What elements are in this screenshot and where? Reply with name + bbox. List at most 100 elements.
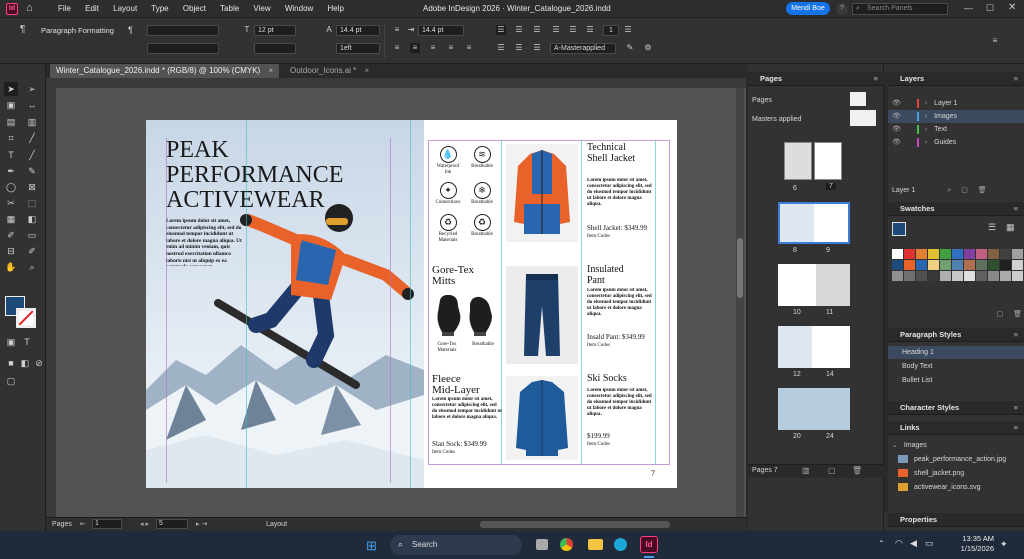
scissors-tool-icon[interactable]: ✂ (4, 196, 18, 210)
ellipse-tool-icon[interactable]: ◯ (4, 180, 18, 194)
layer-row-layer-1[interactable]: 👁 › Layer 1 (892, 97, 1022, 110)
font-size-field[interactable]: 12 pt (254, 25, 296, 36)
swatch-cell[interactable] (1000, 260, 1011, 270)
type-tool-icon[interactable]: T (4, 148, 18, 162)
vertical-scrollbar[interactable] (736, 88, 744, 517)
menu-layout[interactable]: Layout (113, 4, 137, 13)
volume-icon[interactable]: ◀ (910, 538, 917, 549)
split-icon[interactable]: ☰ (568, 25, 578, 35)
formatting-text-icon[interactable]: T (20, 335, 34, 349)
swatch-cell[interactable] (1012, 271, 1023, 281)
swatch-cell[interactable] (940, 260, 951, 270)
product-price-shell-jacket[interactable]: Shell Jacket: $349.99 (587, 224, 647, 232)
paragraph-mode-icon[interactable]: ¶ (20, 24, 36, 38)
chevron-right-icon[interactable]: › (925, 113, 927, 120)
masters-thumb[interactable] (850, 110, 876, 126)
spread-thumb-20-24[interactable] (778, 388, 850, 430)
spread-thumb-6-7[interactable] (784, 142, 844, 182)
swatch-cell[interactable] (952, 271, 963, 281)
shell-jacket-image-frame[interactable] (506, 144, 578, 242)
delete-page-icon[interactable]: 🗑 (852, 466, 862, 475)
justify-all-icon[interactable]: ≡ (464, 43, 474, 53)
layer-row-text[interactable]: 👁 › Text (892, 123, 1022, 136)
swatch-cell[interactable] (964, 271, 975, 281)
chevron-up-icon[interactable]: ⌃ (878, 539, 885, 548)
paragraph-style-body-text[interactable]: Body Text (888, 360, 1024, 373)
grid-align-icon[interactable]: ☰ (585, 25, 595, 35)
menu-table[interactable]: Table (220, 4, 239, 13)
panel-menu-icon[interactable]: ≡ (1014, 401, 1018, 415)
list-bullets-icon[interactable]: ☰ (496, 25, 506, 35)
chrome-icon[interactable] (560, 538, 573, 551)
stroke-swatch[interactable] (16, 308, 36, 328)
taskbar-search[interactable]: ⌕ Search (390, 535, 522, 555)
chevron-right-icon[interactable]: › (925, 100, 927, 107)
leading-field[interactable]: 14.4 pt (336, 25, 380, 36)
eye-icon[interactable]: 👁 (892, 126, 901, 133)
product-body-ski-socks[interactable]: Lorem ipsum dolor sit amet, consectetur … (587, 388, 653, 430)
gradient-swatch-icon[interactable]: ▦ (4, 212, 18, 226)
menu-view[interactable]: View (253, 4, 270, 13)
layer-row-images[interactable]: 👁 › Images (892, 110, 1022, 123)
formatting-container-icon[interactable]: ▣ (4, 335, 18, 349)
product-title-insulated-pant[interactable]: Insulated Pant (587, 264, 624, 286)
grid-view-icon[interactable]: ▦ (1006, 222, 1015, 233)
status-page-field-2[interactable]: 5 (156, 519, 188, 529)
space-field[interactable]: 14.4 pt (418, 25, 464, 36)
icon-grid[interactable]: 💧 Waterproof Ink ≋ Breathable ✦ Connecti… (431, 144, 501, 262)
line-tool-icon[interactable]: ╱ (25, 131, 39, 145)
fleece-title[interactable]: Fleece Mid-Layer (432, 374, 480, 396)
columns-icon[interactable]: ☰ (532, 25, 542, 35)
hero-title[interactable]: PEAK PERFORMANCE ACTIVEWEAR (166, 138, 343, 213)
fleece-image-frame[interactable] (506, 376, 578, 460)
indesign-taskbar-icon[interactable]: Id (640, 536, 658, 553)
create-style-icon[interactable]: ✎ (625, 43, 635, 53)
link-row-peak-performance[interactable]: peak_performance_action.jpg (898, 453, 1022, 466)
align-left-2-icon[interactable]: ≡ (392, 43, 402, 53)
color-theme-icon[interactable]: ✐ (25, 244, 39, 258)
chevron-right-icon[interactable]: › (925, 139, 927, 146)
drop-cap-icon[interactable]: ☰ (532, 43, 542, 53)
kerning-field[interactable]: 1eft (336, 43, 380, 54)
swatch-cell[interactable] (952, 249, 963, 259)
panel-menu-icon[interactable]: ≡ (1014, 202, 1018, 216)
close-icon[interactable]: ✕ (1008, 2, 1016, 13)
tab-close-icon[interactable]: × (365, 66, 370, 75)
chevron-right-icon[interactable]: › (925, 126, 927, 133)
swatch-cell[interactable] (964, 260, 975, 270)
locate-icon[interactable]: ⌕ (947, 187, 951, 194)
new-swatch-icon[interactable]: ▢ (997, 311, 1004, 318)
menu-help[interactable]: Help (328, 4, 344, 13)
list-numbers-icon[interactable]: ☰ (514, 25, 524, 35)
task-view-icon[interactable] (536, 539, 548, 550)
swatch-cell[interactable] (976, 249, 987, 259)
columns-count-field[interactable]: 1 (603, 25, 619, 36)
panel-menu-icon[interactable]: ≡ (1014, 72, 1018, 86)
swatch-cell[interactable] (952, 260, 963, 270)
zoom-tool-icon[interactable]: ⌕ (25, 260, 39, 274)
scroll-thumb[interactable] (737, 238, 743, 298)
list-view-icon[interactable]: ☰ (988, 222, 996, 233)
swatch-cell[interactable] (892, 271, 903, 281)
eyedropper-tool-icon[interactable]: ✐ (4, 228, 18, 242)
menu-window[interactable]: Window (285, 4, 313, 13)
prev-page-icon[interactable]: ◂ ▸ (140, 518, 149, 531)
eye-icon[interactable]: 👁 (892, 113, 901, 120)
swatch-cell[interactable] (976, 260, 987, 270)
new-layer-icon[interactable]: ▢ (961, 187, 968, 194)
font-family-field[interactable] (147, 25, 219, 36)
indent-left-icon[interactable]: ☰ (496, 43, 506, 53)
spread-thumb-12-14[interactable] (778, 326, 850, 368)
swatch-cell[interactable] (988, 260, 999, 270)
delete-layer-icon[interactable]: 🗑 (978, 187, 987, 194)
minimize-icon[interactable]: — (964, 3, 973, 13)
edge-icon[interactable] (614, 538, 627, 551)
apply-gradient-icon[interactable]: ◧ (18, 356, 32, 370)
gradient-feather-icon[interactable]: ◧ (25, 212, 39, 226)
horizontal-scrollbar[interactable] (480, 521, 670, 528)
type-on-path-icon[interactable]: ╱ (25, 148, 39, 162)
delete-swatch-icon[interactable]: 🗑 (1013, 311, 1022, 318)
swatch-cell[interactable] (1000, 249, 1011, 259)
menu-type[interactable]: Type (151, 4, 168, 13)
battery-icon[interactable]: ▭ (925, 538, 934, 549)
